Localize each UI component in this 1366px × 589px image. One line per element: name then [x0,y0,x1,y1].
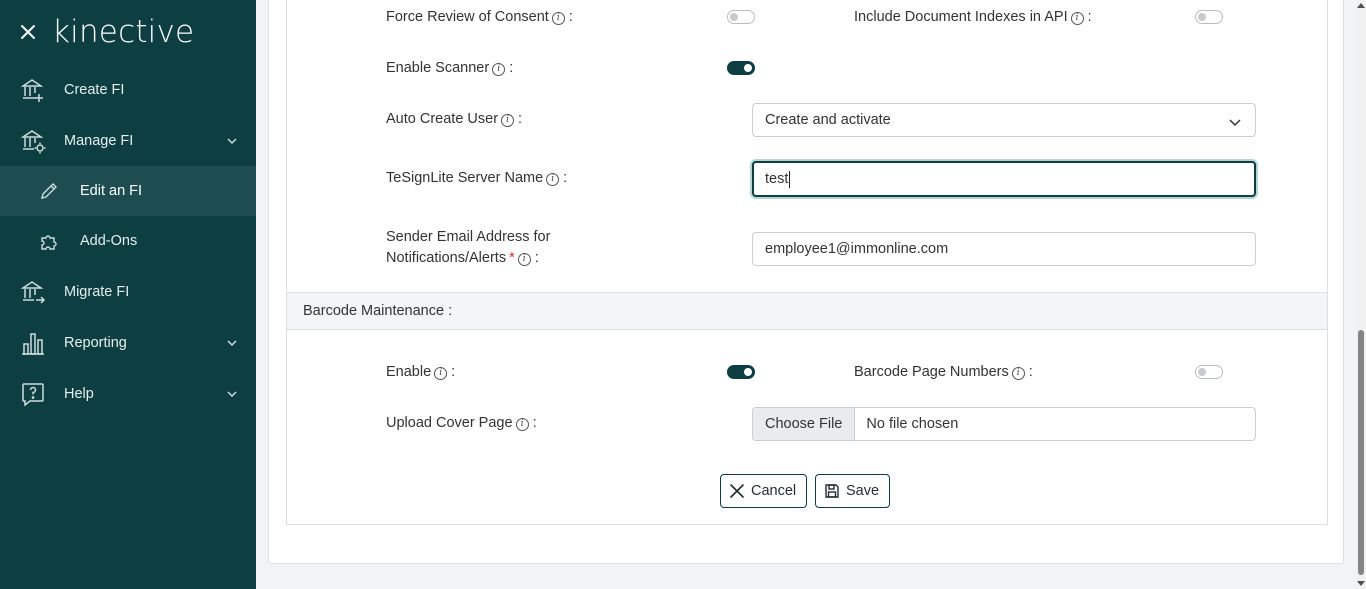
auto-create-user-select[interactable]: Create and activate [752,103,1256,137]
upload-cover-label: Upload Cover Page i: [386,415,537,431]
sidebar-item-label: Manage FI [64,132,134,149]
sender-email-label: Sender Email Address for Notifications/A… [386,229,551,266]
info-icon[interactable]: i [1070,12,1084,25]
scroll-down-icon[interactable] [1357,581,1365,586]
info-icon[interactable]: i [434,367,448,380]
bank-plus-icon [20,77,46,103]
info-icon[interactable]: i [515,418,529,431]
bank-gear-icon [20,128,46,154]
info-icon[interactable]: i [551,12,565,25]
pencil-icon [38,180,60,202]
scroll-up-icon[interactable] [1357,3,1365,8]
info-icon[interactable]: i [501,114,515,127]
sidebar-item-label: Edit an FI [80,183,143,199]
choose-file-button[interactable]: Choose File [753,408,856,440]
tesign-server-input[interactable]: test [752,161,1256,197]
cancel-button[interactable]: Cancel [720,474,808,508]
sidebar-item-label: Add-Ons [80,233,138,249]
sidebar-item-create-fi[interactable]: Create FI [0,64,256,115]
close-menu-icon[interactable] [18,22,38,42]
brand-bar: kinective [0,0,256,64]
info-icon[interactable]: i [546,173,560,186]
enable-scanner-toggle[interactable] [727,61,755,75]
tesign-server-label: TeSignLite Server Name i: [386,170,568,186]
sidebar-item-label: Reporting [64,334,127,351]
scrollbar-thumb[interactable] [1358,330,1364,575]
chevron-down-icon [226,337,238,353]
sidebar-item-migrate-fi[interactable]: Migrate FI [0,266,256,317]
settings-panel: Force Review of Consent i: Include Docume… [286,0,1328,525]
force-review-label: Force Review of Consent i: [386,9,573,25]
save-button[interactable]: Save [815,474,891,508]
enable-scanner-label: Enable Scanner i: [386,60,514,76]
barcode-enable-toggle[interactable] [727,365,755,379]
barcode-section-header: Barcode Maintenance : [287,292,1327,330]
include-indexes-toggle[interactable] [1195,10,1223,24]
bank-arrow-icon [20,279,46,305]
file-status: No file chosen [866,416,959,432]
puzzle-icon [38,230,60,252]
sidebar-item-manage-fi[interactable]: Manage FI [0,115,256,166]
bar-chart-icon [20,330,46,356]
auto-create-user-label: Auto Create User i: [386,111,523,127]
include-indexes-label: Include Document Indexes in API i: [854,9,1092,25]
sidebar-item-label: Migrate FI [64,283,130,300]
required-marker: * [509,250,515,266]
page-scrollbar[interactable] [1356,0,1366,589]
info-icon[interactable]: i [492,63,506,76]
sender-email-input[interactable]: employee1@immonline.com [752,232,1256,266]
barcode-enable-label: Enable i: [386,364,456,380]
sidebar-item-label: Create FI [64,81,125,98]
barcode-page-numbers-toggle[interactable] [1195,365,1223,379]
cover-page-file-input[interactable]: Choose File No file chosen [752,407,1256,441]
chevron-down-icon [226,135,238,151]
sidebar-item-reporting[interactable]: Reporting [0,317,256,368]
kinective-logo: kinective [52,13,195,50]
force-review-toggle[interactable] [727,10,755,24]
edit-fi-card: Force Review of Consent i: Include Docume… [268,0,1344,564]
sidebar: kinective Create FI Manage FI Edit an FI… [0,0,256,589]
close-icon [729,483,745,499]
info-icon[interactable]: i [1011,367,1025,380]
main-content: Force Review of Consent i: Include Docume… [256,0,1366,589]
sidebar-item-label: Help [64,385,94,402]
sidebar-item-add-ons[interactable]: Add-Ons [0,216,256,266]
chevron-down-icon [226,388,238,404]
barcode-page-numbers-label: Barcode Page Numbers i: [854,364,1033,380]
sidebar-item-help[interactable]: Help [0,368,256,419]
help-bubble-icon [20,381,46,407]
floppy-disk-icon [824,483,840,499]
chevron-down-icon [1229,116,1241,132]
sidebar-item-edit-an-fi[interactable]: Edit an FI [0,166,256,216]
info-icon[interactable]: i [517,253,531,266]
